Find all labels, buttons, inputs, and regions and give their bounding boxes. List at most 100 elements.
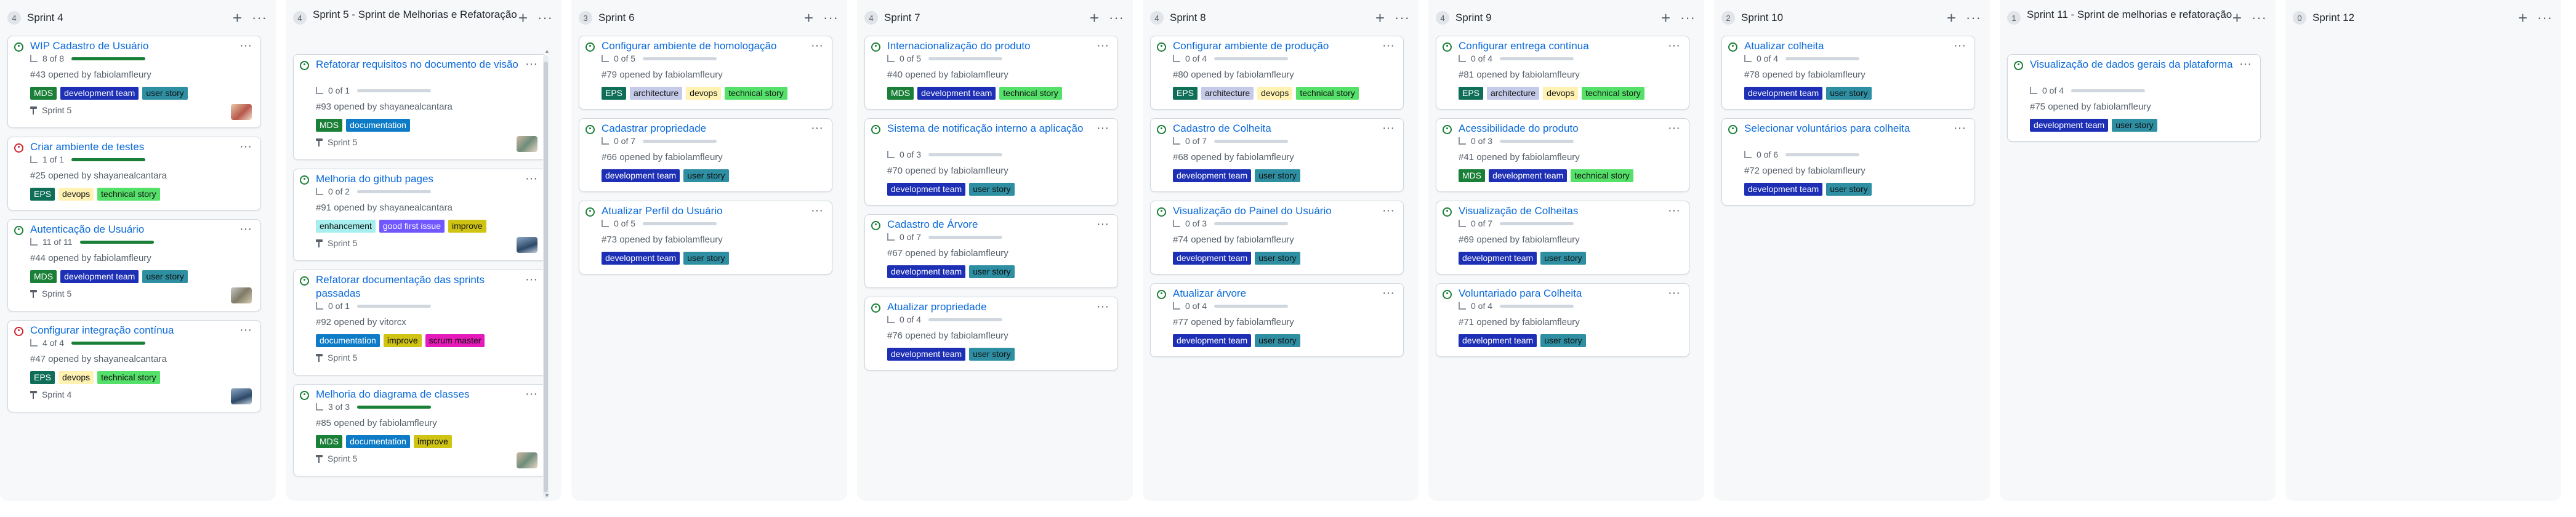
issue-label[interactable]: technical story [1296, 87, 1359, 100]
add-item-icon[interactable]: + [1375, 10, 1385, 26]
issue-label[interactable]: devops [1257, 87, 1293, 100]
issue-card[interactable]: Acessibilidade do produto ··· 0 of 3 #41 op… [1436, 118, 1689, 192]
issue-label[interactable]: development team [2030, 119, 2109, 132]
card-menu-icon[interactable]: ··· [525, 273, 537, 287]
milestone[interactable]: Sprint 5 [30, 105, 71, 115]
issue-label[interactable]: development team [917, 87, 996, 100]
issue-title-link[interactable]: Visualização do Painel do Usuário [1173, 204, 1376, 218]
card-menu-icon[interactable]: ··· [1382, 204, 1395, 218]
issue-card[interactable]: Refatorar requisitos no documento de vis… [293, 54, 547, 160]
card-menu-icon[interactable]: ··· [1668, 39, 1680, 53]
card-menu-icon[interactable]: ··· [1954, 121, 1966, 135]
column-menu-icon[interactable]: ··· [252, 10, 267, 26]
issue-label[interactable]: MDS [30, 270, 57, 283]
card-menu-icon[interactable]: ··· [525, 387, 537, 401]
issue-label[interactable]: devops [58, 188, 94, 201]
issue-card[interactable]: Configurar ambiente de homologação ··· 0 o… [579, 36, 832, 110]
issue-label[interactable]: enhancement [316, 220, 376, 233]
issue-label[interactable]: MDS [1459, 169, 1486, 182]
issue-label[interactable]: improve [413, 435, 452, 448]
issue-title-link[interactable]: Configurar ambiente de homologação [602, 39, 805, 53]
column-menu-icon[interactable]: ··· [1680, 10, 1696, 26]
issue-label[interactable]: development team [1459, 252, 1537, 265]
issue-card[interactable]: Atualizar Perfil do Usuário ··· 0 of 5 #73 … [579, 201, 832, 275]
issue-title-link[interactable]: Configurar entrega contínua [1459, 39, 1662, 53]
card-menu-icon[interactable]: ··· [239, 222, 252, 236]
issue-card[interactable]: WIP Cadastro de Usuário ··· 8 of 8 #43 open… [7, 36, 261, 128]
issue-card[interactable]: Voluntariado para Colheita ··· 0 of 4 #71 o… [1436, 283, 1689, 357]
issue-label[interactable]: documentation [346, 119, 410, 132]
issue-label[interactable]: development team [887, 348, 966, 361]
issue-title-link[interactable]: Cadastrar propriedade [602, 122, 805, 135]
issue-label[interactable]: technical story [1582, 87, 1644, 100]
scroll-up-icon[interactable]: ▲ [544, 48, 550, 54]
issue-label[interactable]: user story [2112, 119, 2157, 132]
issue-card[interactable]: Visualização de Colheitas ··· 0 of 7 #69 op… [1436, 201, 1689, 275]
card-menu-icon[interactable]: ··· [239, 140, 252, 154]
card-menu-icon[interactable]: ··· [239, 323, 252, 337]
issue-card[interactable]: Cadastro de Árvore ··· 0 of 7 #67 opened by… [864, 214, 1118, 288]
issue-title-link[interactable]: Acessibilidade do produto [1459, 122, 1662, 135]
column-scrollbar[interactable] [543, 55, 549, 499]
issue-title-link[interactable]: Melhoria do diagrama de classes [316, 388, 519, 401]
column-menu-icon[interactable]: ··· [1109, 10, 1124, 26]
issue-label[interactable]: architecture [1487, 87, 1540, 100]
issue-label[interactable]: documentation [316, 334, 380, 347]
assignee-avatar[interactable] [517, 237, 537, 253]
issue-card[interactable]: Melhoria do github pages ··· 0 of 2 #91 ope… [293, 169, 547, 261]
card-menu-icon[interactable]: ··· [1382, 286, 1395, 300]
issue-card[interactable]: Melhoria do diagrama de classes ··· 3 of 3… [293, 384, 547, 476]
issue-label[interactable]: user story [1255, 169, 1300, 182]
issue-label[interactable]: user story [1826, 183, 1872, 196]
issue-label[interactable]: MDS [316, 435, 343, 448]
issue-label[interactable]: development team [1489, 169, 1568, 182]
issue-title-link[interactable]: Internacionalização do produto [887, 39, 1090, 53]
issue-label[interactable]: development team [1744, 87, 1823, 100]
card-menu-icon[interactable]: ··· [1668, 121, 1680, 135]
card-menu-icon[interactable]: ··· [1382, 39, 1395, 53]
issue-label[interactable]: documentation [346, 435, 410, 448]
milestone[interactable]: Sprint 5 [316, 238, 357, 248]
issue-label[interactable]: technical story [97, 371, 160, 384]
column-menu-icon[interactable]: ··· [1966, 10, 1981, 26]
add-item-icon[interactable]: + [804, 10, 813, 26]
issue-label[interactable]: devops [58, 371, 94, 384]
issue-label[interactable]: development team [602, 252, 680, 265]
add-item-icon[interactable]: + [518, 10, 528, 26]
card-menu-icon[interactable]: ··· [2239, 57, 2252, 71]
issue-title-link[interactable]: Atualizar colheita [1744, 39, 1947, 53]
issue-label[interactable]: user story [1255, 334, 1300, 347]
issue-card[interactable]: Selecionar voluntários para colheita ··· 0… [1721, 118, 1975, 206]
issue-label[interactable]: development team [1173, 334, 1252, 347]
issue-label[interactable]: development team [887, 265, 966, 278]
add-item-icon[interactable]: + [2518, 10, 2527, 26]
card-menu-icon[interactable]: ··· [1668, 286, 1680, 300]
issue-title-link[interactable]: WIP Cadastro de Usuário [30, 39, 233, 53]
card-menu-icon[interactable]: ··· [811, 39, 823, 53]
issue-title-link[interactable]: Refatorar requisitos no documento de vis… [316, 58, 519, 71]
add-item-icon[interactable]: + [1090, 10, 1099, 26]
issue-title-link[interactable]: Visualização de Colheitas [1459, 204, 1662, 218]
issue-label[interactable]: MDS [887, 87, 914, 100]
issue-card[interactable]: Visualização de dados gerais da platafor… [2007, 54, 2261, 142]
card-menu-icon[interactable]: ··· [525, 57, 537, 71]
issue-title-link[interactable]: Sistema de notificação interno a aplicaç… [887, 122, 1090, 135]
issue-label[interactable]: MDS [30, 87, 57, 100]
issue-label[interactable]: development team [1459, 334, 1537, 347]
column-menu-icon[interactable]: ··· [2252, 10, 2267, 26]
issue-label[interactable]: user story [142, 87, 188, 100]
add-item-icon[interactable]: + [1661, 10, 1670, 26]
issue-title-link[interactable]: Visualização de dados gerais da platafor… [2030, 58, 2233, 71]
issue-label[interactable]: development team [887, 183, 966, 196]
assignee-avatar[interactable] [231, 388, 252, 404]
card-menu-icon[interactable]: ··· [811, 121, 823, 135]
issue-label[interactable]: architecture [630, 87, 683, 100]
issue-label[interactable]: development team [1173, 252, 1252, 265]
card-menu-icon[interactable]: ··· [525, 172, 537, 186]
column-menu-icon[interactable]: ··· [537, 10, 553, 26]
issue-title-link[interactable]: Refatorar documentação das sprints passa… [316, 273, 519, 300]
issue-label[interactable]: development team [602, 169, 680, 182]
assignee-avatar[interactable] [517, 136, 537, 152]
issue-title-link[interactable]: Configurar integração contínua [30, 324, 233, 337]
assignee-avatar[interactable] [231, 287, 252, 303]
